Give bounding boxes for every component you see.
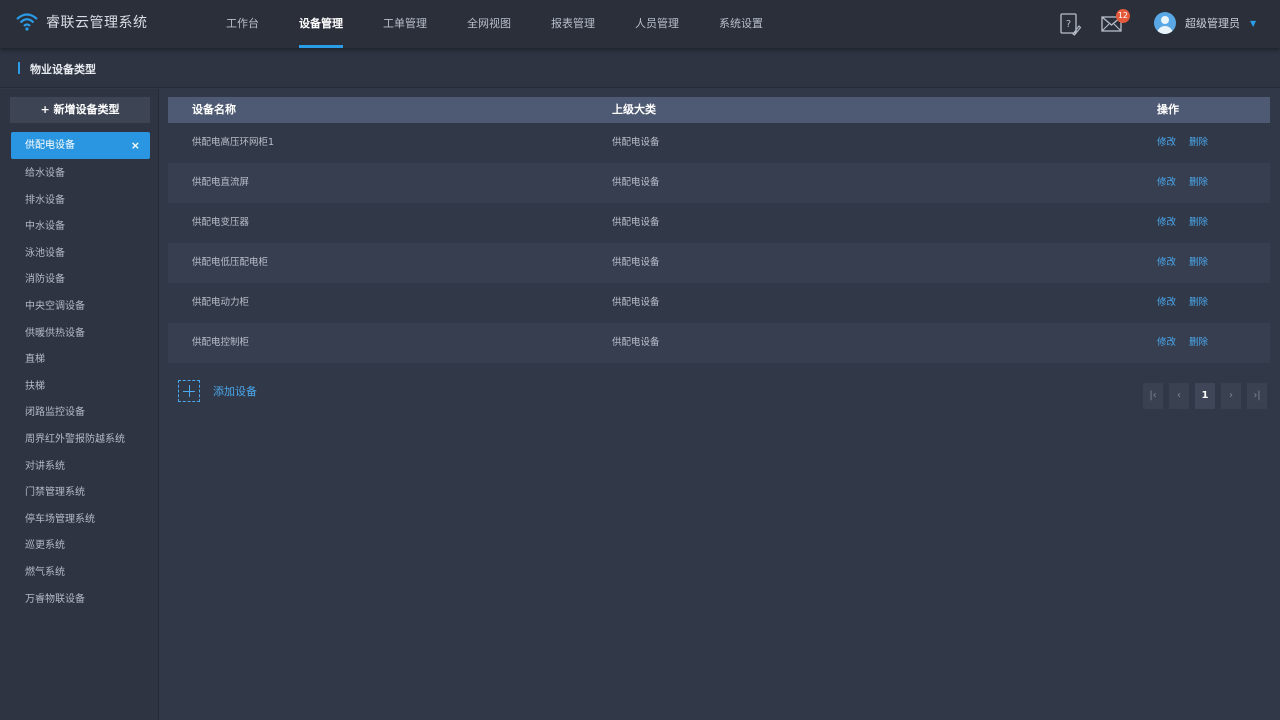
main-nav: 工作台 设备管理 工单管理 全网视图 报表管理 人员管理 系统设置 (206, 0, 783, 48)
add-device-button[interactable]: 添加设备 (178, 380, 257, 402)
delete-link[interactable]: 删除 (1189, 323, 1208, 363)
device-name-cell: 供配电高压环网柜1 (192, 137, 275, 148)
sidebar-item[interactable]: 泳池设备 (0, 241, 159, 268)
user-menu[interactable]: 超级管理员 ▼ (1154, 12, 1256, 34)
device-name-cell: 供配电直流屏 (192, 177, 250, 188)
help-edit-icon[interactable]: ? (1058, 12, 1082, 36)
edit-link[interactable]: 修改 (1157, 283, 1176, 323)
logo[interactable]: 睿联云管理系统 (16, 12, 148, 32)
sidebar-item[interactable]: 停车场管理系统 (0, 507, 159, 534)
pagination: |‹ ‹ 1 › ›| (1143, 383, 1267, 409)
sidebar-item[interactable]: 供暖供热设备 (0, 321, 159, 348)
wifi-logo-icon (16, 13, 38, 31)
actions-cell: 修改 删除 (1157, 283, 1270, 323)
table-row: 供配电低压配电柜 供配电设备 修改 删除 (168, 243, 1270, 283)
sidebar-item[interactable]: 扶梯 (0, 374, 159, 401)
top-bar: 睿联云管理系统 工作台 设备管理 工单管理 全网视图 报表管理 人员管理 系统设置 ? 12… (0, 0, 1280, 48)
device-table: 设备名称 上级大类 操作 供配电高压环网柜1 供配电设备 修改 删除 供配电直流屏 供配电… (168, 97, 1270, 363)
close-icon[interactable]: × (131, 132, 140, 159)
nav-item[interactable]: 报表管理 (531, 0, 615, 48)
first-page-button[interactable]: |‹ (1143, 383, 1163, 409)
column-header-parent: 上级大类 (612, 103, 656, 116)
sidebar: + 新增设备类型 供配电设备 × 给水设备 排水设备 中水设备 泳池设备 消防设备 中央空… (0, 89, 159, 720)
parent-category-cell: 供配电设备 (612, 337, 660, 348)
sidebar-item[interactable]: 消防设备 (0, 267, 159, 294)
edit-link[interactable]: 修改 (1157, 123, 1176, 163)
plus-icon (178, 380, 200, 402)
edit-link[interactable]: 修改 (1157, 203, 1176, 243)
add-device-type-button[interactable]: + 新增设备类型 (10, 97, 150, 123)
parent-category-cell: 供配电设备 (612, 297, 660, 308)
actions-cell: 修改 删除 (1157, 123, 1270, 163)
prev-page-button[interactable]: ‹ (1169, 383, 1189, 409)
caret-down-icon: ▼ (1250, 18, 1257, 28)
sidebar-item[interactable]: 中央空调设备 (0, 294, 159, 321)
actions-cell: 修改 删除 (1157, 163, 1270, 203)
nav-item[interactable]: 系统设置 (699, 0, 783, 48)
parent-category-cell: 供配电设备 (612, 217, 660, 228)
column-header-actions: 操作 (1157, 103, 1179, 116)
sidebar-item-label: 供配电设备 (25, 140, 75, 151)
app-title: 睿联云管理系统 (46, 15, 148, 31)
delete-link[interactable]: 删除 (1189, 203, 1208, 243)
parent-category-cell: 供配电设备 (612, 257, 660, 268)
add-device-label: 添加设备 (213, 385, 257, 398)
sidebar-item[interactable]: 中水设备 (0, 214, 159, 241)
edit-link[interactable]: 修改 (1157, 243, 1176, 283)
device-type-list: 供配电设备 × 给水设备 排水设备 中水设备 泳池设备 消防设备 中央空调设备 供暖供热设备… (0, 132, 159, 613)
mail-badge: 12 (1115, 9, 1130, 23)
nav-item[interactable]: 全网视图 (447, 0, 531, 48)
table-row: 供配电动力柜 供配电设备 修改 删除 (168, 283, 1270, 323)
actions-cell: 修改 删除 (1157, 243, 1270, 283)
table-header: 设备名称 上级大类 操作 (168, 97, 1270, 123)
sidebar-item[interactable]: 万睿物联设备 (0, 587, 159, 614)
sidebar-item[interactable]: 闭路监控设备 (0, 400, 159, 427)
table-row: 供配电高压环网柜1 供配电设备 修改 删除 (168, 123, 1270, 163)
parent-category-cell: 供配电设备 (612, 177, 660, 188)
sidebar-item[interactable]: 对讲系统 (0, 454, 159, 481)
delete-link[interactable]: 删除 (1189, 123, 1208, 163)
actions-cell: 修改 删除 (1157, 323, 1270, 363)
table-body: 供配电高压环网柜1 供配电设备 修改 删除 供配电直流屏 供配电设备 修改 删除 供配电变压器供… (168, 123, 1270, 363)
sidebar-item[interactable]: 排水设备 (0, 188, 159, 215)
device-name-cell: 供配电动力柜 (192, 297, 250, 308)
last-page-button[interactable]: ›| (1247, 383, 1267, 409)
table-row: 供配电直流屏 供配电设备 修改 删除 (168, 163, 1270, 203)
delete-link[interactable]: 删除 (1189, 163, 1208, 203)
next-page-button[interactable]: › (1221, 383, 1241, 409)
mail-icon[interactable]: 12 (1100, 9, 1130, 36)
avatar (1154, 12, 1176, 34)
edit-link[interactable]: 修改 (1157, 163, 1176, 203)
user-name: 超级管理员 (1185, 17, 1240, 30)
device-name-cell: 供配电低压配电柜 (192, 257, 269, 268)
table-row: 供配电控制柜 供配电设备 修改 删除 (168, 323, 1270, 363)
table-row: 供配电变压器 供配电设备 修改 删除 (168, 203, 1270, 243)
sidebar-item[interactable]: 燃气系统 (0, 560, 159, 587)
sidebar-item[interactable]: 直梯 (0, 347, 159, 374)
sidebar-item-active[interactable]: 供配电设备 × (11, 132, 150, 159)
delete-link[interactable]: 删除 (1189, 243, 1208, 283)
edit-link[interactable]: 修改 (1157, 323, 1176, 363)
sidebar-item[interactable]: 给水设备 (0, 161, 159, 188)
sidebar-item[interactable]: 门禁管理系统 (0, 480, 159, 507)
nav-item[interactable]: 工单管理 (363, 0, 447, 48)
current-page-button[interactable]: 1 (1195, 383, 1215, 409)
device-name-cell: 供配电控制柜 (192, 337, 250, 348)
breadcrumb-marker (18, 62, 20, 74)
parent-category-cell: 供配电设备 (612, 137, 660, 148)
sidebar-item[interactable]: 巡更系统 (0, 533, 159, 560)
breadcrumb: 物业设备类型 (0, 48, 1280, 88)
svg-text:?: ? (1066, 19, 1071, 30)
nav-item[interactable]: 设备管理 (279, 0, 363, 48)
column-header-name: 设备名称 (192, 103, 236, 116)
nav-item[interactable]: 人员管理 (615, 0, 699, 48)
page-title: 物业设备类型 (30, 63, 96, 76)
actions-cell: 修改 删除 (1157, 203, 1270, 243)
nav-item[interactable]: 工作台 (206, 0, 279, 48)
sidebar-item[interactable]: 周界红外警报防越系统 (0, 427, 159, 454)
device-name-cell: 供配电变压器 (192, 217, 250, 228)
delete-link[interactable]: 删除 (1189, 283, 1208, 323)
